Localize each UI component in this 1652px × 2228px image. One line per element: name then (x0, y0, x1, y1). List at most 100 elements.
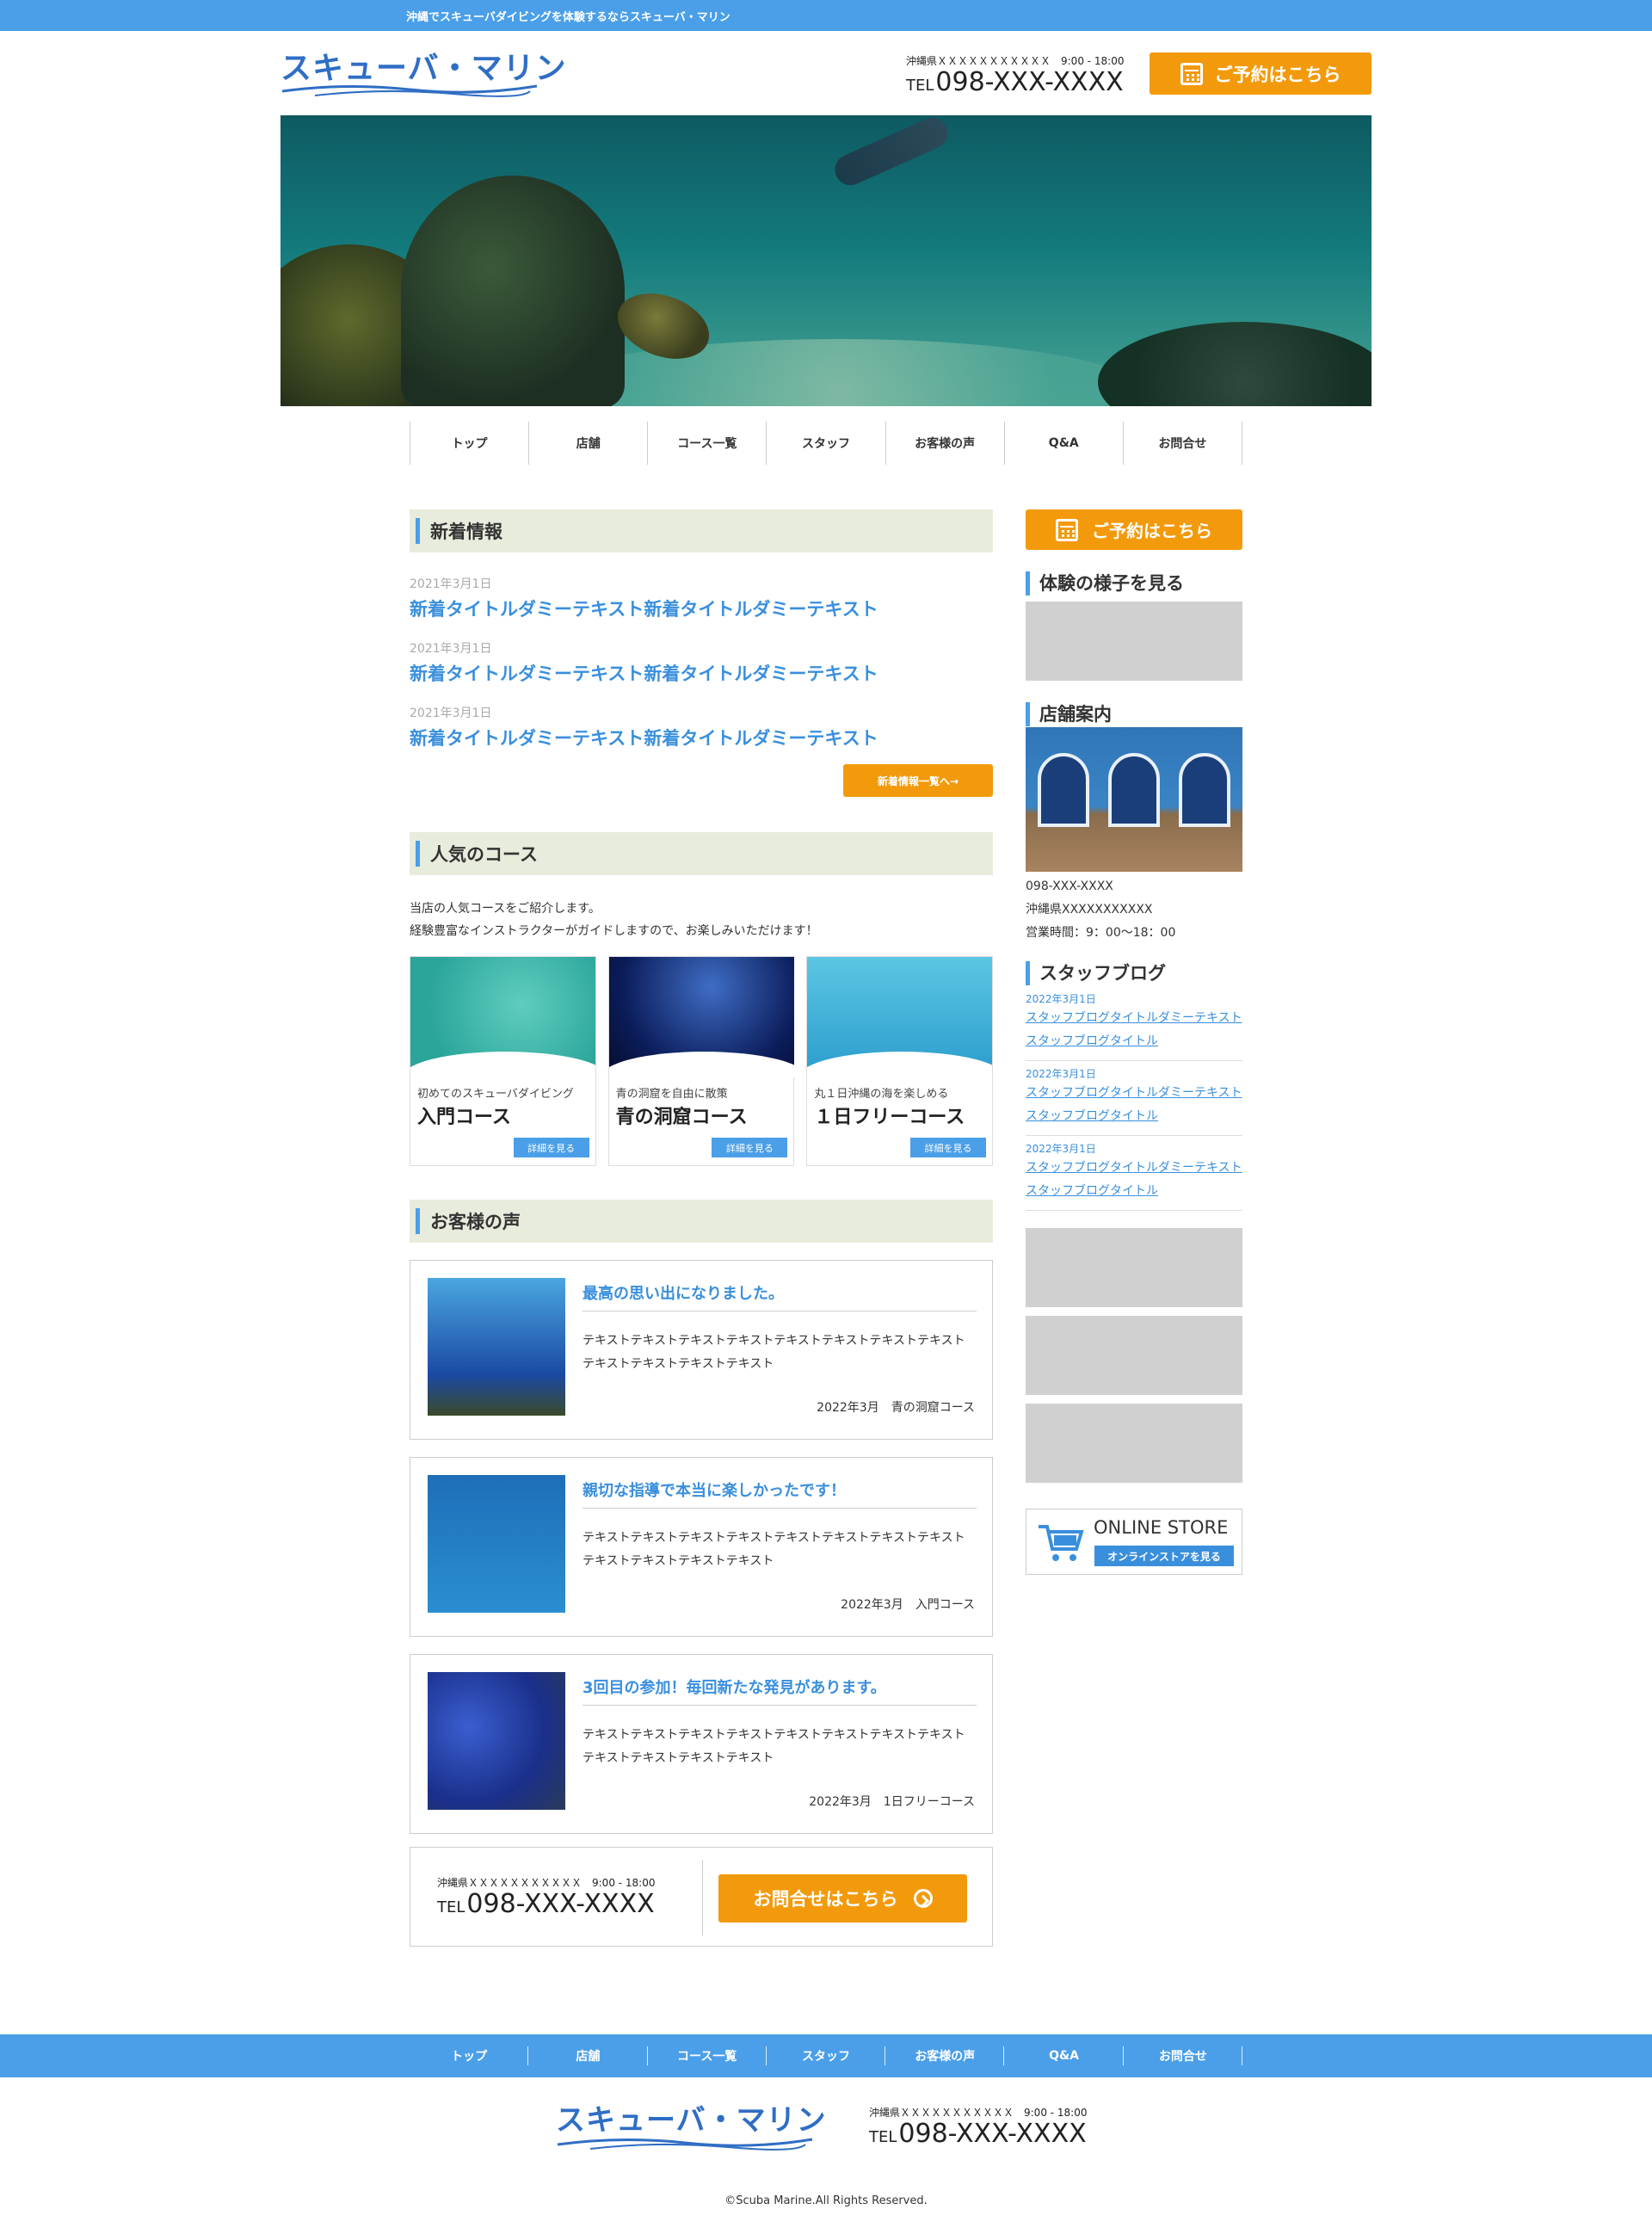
voice-photo (428, 1278, 565, 1416)
contact-tel[interactable]: TEL098-XXX-XXXX (437, 1890, 656, 1922)
image-wave (410, 1052, 595, 1077)
image-wave (807, 1052, 993, 1077)
news-date: 2021年3月1日 (410, 577, 492, 591)
course-name: 青の洞窟コース (615, 1107, 748, 1128)
shop-info: 098-XXX-XXXX 沖縄県XXXXXXXXXXX 営業時間：9：00〜18… (1026, 875, 1242, 945)
blog-date: 2022年3月1日 (1026, 993, 1096, 1005)
blog-title-link[interactable]: スタッフブログタイトルダミーテキストスタッフブログタイトル (1026, 1086, 1242, 1123)
voice-meta: 2022年3月 入門コース (841, 1598, 975, 1612)
footer-nav-courses[interactable]: コース一覧 (648, 2034, 767, 2077)
footer-nav-staff[interactable]: スタッフ (767, 2034, 886, 2077)
blog-date: 2022年3月1日 (1026, 1068, 1096, 1080)
news-item: 2021年3月1日 新着タイトルダミーテキスト新着タイトルダミーテキスト (410, 704, 993, 768)
course-cards: 初めてのスキューバダイビング 入門コース 詳細を見る 青の洞窟を自由に散策 青の… (410, 956, 994, 1166)
news-title-link[interactable]: 新着タイトルダミーテキスト新着タイトルダミーテキスト (410, 663, 878, 684)
course-detail-button[interactable]: 詳細を見る (712, 1138, 788, 1157)
news-title-link[interactable]: 新着タイトルダミーテキスト新着タイトルダミーテキスト (410, 599, 878, 620)
store-button[interactable]: オンラインストアを見る (1094, 1546, 1234, 1566)
courses-lead-line1: 当店の人気コースをご紹介します。 (410, 902, 601, 916)
course-detail-button[interactable]: 詳細を見る (513, 1138, 589, 1157)
courses-heading: 人気のコース (410, 832, 993, 875)
footer-tel[interactable]: TEL098-XXX-XXXX (869, 2120, 1088, 2152)
banner-placeholder[interactable] (1026, 1228, 1242, 1307)
course-card-blue-cave[interactable]: 青の洞窟を自由に散策 青の洞窟コース 詳細を見る (607, 956, 795, 1166)
contact-button[interactable]: お問合せはこちら (718, 1874, 967, 1922)
sidebar: ご予約はこちら 体験の様子を見る 店舗案内 098-XXX-XXXX 沖縄県XX… (1026, 509, 1242, 1575)
news-heading: 新着情報 (410, 509, 993, 552)
blog-title-link[interactable]: スタッフブログタイトルダミーテキストスタッフブログタイトル (1026, 1011, 1242, 1048)
contact-button-label: お問合せはこちら (753, 1889, 898, 1910)
voice-meta: 2022年3月 1日フリーコース (809, 1795, 975, 1809)
news-more-button[interactable]: 新着情報一覧へ→ (843, 764, 993, 797)
banner-placeholder[interactable] (1026, 1316, 1242, 1395)
voice-card: 最高の思い出になりました。 テキストテキストテキストテキストテキストテキストテキ… (410, 1260, 993, 1440)
nav-item-top[interactable]: トップ (410, 422, 530, 465)
online-store-banner[interactable]: ONLINE STORE オンラインストアを見る (1026, 1509, 1242, 1575)
course-name: 入門コース (417, 1107, 511, 1128)
sidebar-reserve-button[interactable]: ご予約はこちら (1026, 509, 1242, 550)
hero-image (280, 115, 1372, 406)
blog-item: 2022年3月1日 スタッフブログタイトルダミーテキストスタッフブログタイトル (1026, 1136, 1242, 1211)
footer-nav-qa[interactable]: Q&A (1004, 2034, 1124, 2077)
voice-title: 3回目の参加！毎回新たな発見があります。 (583, 1676, 977, 1706)
copyright: ©Scuba Marine.All Rights Reserved. (724, 2194, 928, 2207)
blog-title-link[interactable]: スタッフブログタイトルダミーテキストスタッフブログタイトル (1026, 1161, 1242, 1198)
main-column: 新着情報 2021年3月1日 新着タイトルダミーテキスト新着タイトルダミーテキス… (410, 509, 994, 1947)
hero-sand (539, 339, 1141, 406)
nav-item-contact[interactable]: お問合せ (1124, 422, 1242, 465)
voice-meta: 2022年3月 青の洞窟コース (817, 1401, 975, 1415)
courses-lead-line2: 経験豊富なインストラクターがガイドしますので、お楽しみいただけます！ (410, 924, 818, 938)
tel-number: 098-XXX-XXXX (935, 67, 1124, 97)
header-contact: 沖縄県ＸＸＸＸＸＸＸＸＸＸＸ 9:00 - 18:00 TEL098-XXX-X… (906, 53, 1125, 101)
voice-card: 親切な指導で本当に楽しかったです！ テキストテキストテキストテキストテキストテキ… (410, 1457, 993, 1637)
contact-box: 沖縄県ＸＸＸＸＸＸＸＸＸＸＸ 9:00 - 18:00 TEL098-XXX-X… (410, 1847, 993, 1947)
shop-window (1108, 753, 1160, 827)
voice-photo (428, 1475, 565, 1613)
footer-address: 沖縄県ＸＸＸＸＸＸＸＸＸＸＸ 9:00 - 18:00 (869, 2107, 1088, 2119)
contact-box-info: 沖縄県ＸＸＸＸＸＸＸＸＸＸＸ 9:00 - 18:00 TEL098-XXX-X… (437, 1875, 656, 1922)
arrow-circle-icon (913, 1889, 933, 1908)
course-image (608, 957, 794, 1077)
hero-coral-right (1098, 322, 1372, 406)
wave-icon (281, 84, 538, 97)
experience-video[interactable] (1026, 602, 1242, 681)
announcement-text: 沖縄でスキューバダイビングを体験するならスキューバ・マリン (406, 11, 730, 24)
footer-logo[interactable]: スキューバ・マリン (556, 2096, 826, 2151)
experience-heading: 体験の様子を見る (1026, 571, 1242, 596)
tel-prefix: TEL (869, 2128, 897, 2146)
nav-item-staff[interactable]: スタッフ (767, 422, 886, 465)
site-header: スキューバ・マリン 沖縄県ＸＸＸＸＸＸＸＸＸＸＸ 9:00 - 18:00 TE… (280, 31, 1372, 115)
news-title-link[interactable]: 新着タイトルダミーテキスト新着タイトルダミーテキスト (410, 728, 878, 749)
hero-diver (829, 115, 953, 190)
course-card-intro[interactable]: 初めてのスキューバダイビング 入門コース 詳細を見る (410, 956, 596, 1166)
shop-window (1038, 753, 1089, 827)
course-image (410, 957, 595, 1077)
shop-window (1179, 753, 1230, 827)
tel-number: 098-XXX-XXXX (466, 1889, 655, 1919)
footer-nav-voices[interactable]: お客様の声 (885, 2034, 1005, 2077)
contact-address: 沖縄県ＸＸＸＸＸＸＸＸＸＸＸ 9:00 - 18:00 (437, 1877, 656, 1889)
footer-nav-contact[interactable]: お問合せ (1124, 2034, 1243, 2077)
footer-nav: トップ 店舗 コース一覧 スタッフ お客様の声 Q&A お問合せ (0, 2034, 1652, 2077)
course-subtitle: 青の洞窟を自由に散策 (615, 1088, 728, 1101)
top-announcement-bar: 沖縄でスキューバダイビングを体験するならスキューバ・マリン (0, 0, 1652, 31)
nav-item-voices[interactable]: お客様の声 (886, 422, 1005, 465)
header-tel[interactable]: TEL098-XXX-XXXX (906, 68, 1125, 101)
nav-item-qa[interactable]: Q&A (1005, 422, 1124, 465)
footer-nav-shop[interactable]: 店舗 (528, 2034, 648, 2077)
nav-item-courses[interactable]: コース一覧 (648, 422, 767, 465)
site-logo[interactable]: スキューバ・マリン (280, 43, 566, 98)
shop-photo (1026, 727, 1242, 872)
news-date: 2021年3月1日 (410, 642, 492, 656)
blog-list: 2022年3月1日 スタッフブログタイトルダミーテキストスタッフブログタイトル … (1026, 986, 1242, 1211)
reserve-button[interactable]: ご予約はこちら (1150, 52, 1372, 95)
nav-item-shop[interactable]: 店舗 (529, 422, 649, 465)
footer-contact: 沖縄県ＸＸＸＸＸＸＸＸＸＸＸ 9:00 - 18:00 TEL098-XXX-X… (869, 2105, 1088, 2152)
banner-placeholder[interactable] (1026, 1404, 1242, 1483)
footer-nav-top[interactable]: トップ (410, 2034, 529, 2077)
course-card-free-day[interactable]: 丸１日沖縄の海を楽しめる １日フリーコース 詳細を見る (806, 956, 994, 1166)
course-detail-button[interactable]: 詳細を見る (910, 1138, 987, 1157)
tel-number: 098-XXX-XXXX (898, 2119, 1087, 2149)
voice-title: 最高の思い出になりました。 (583, 1281, 977, 1311)
courses-lead: 当店の人気コースをご紹介します。 経験豊富なインストラクターがガイドしますので、… (410, 898, 993, 942)
